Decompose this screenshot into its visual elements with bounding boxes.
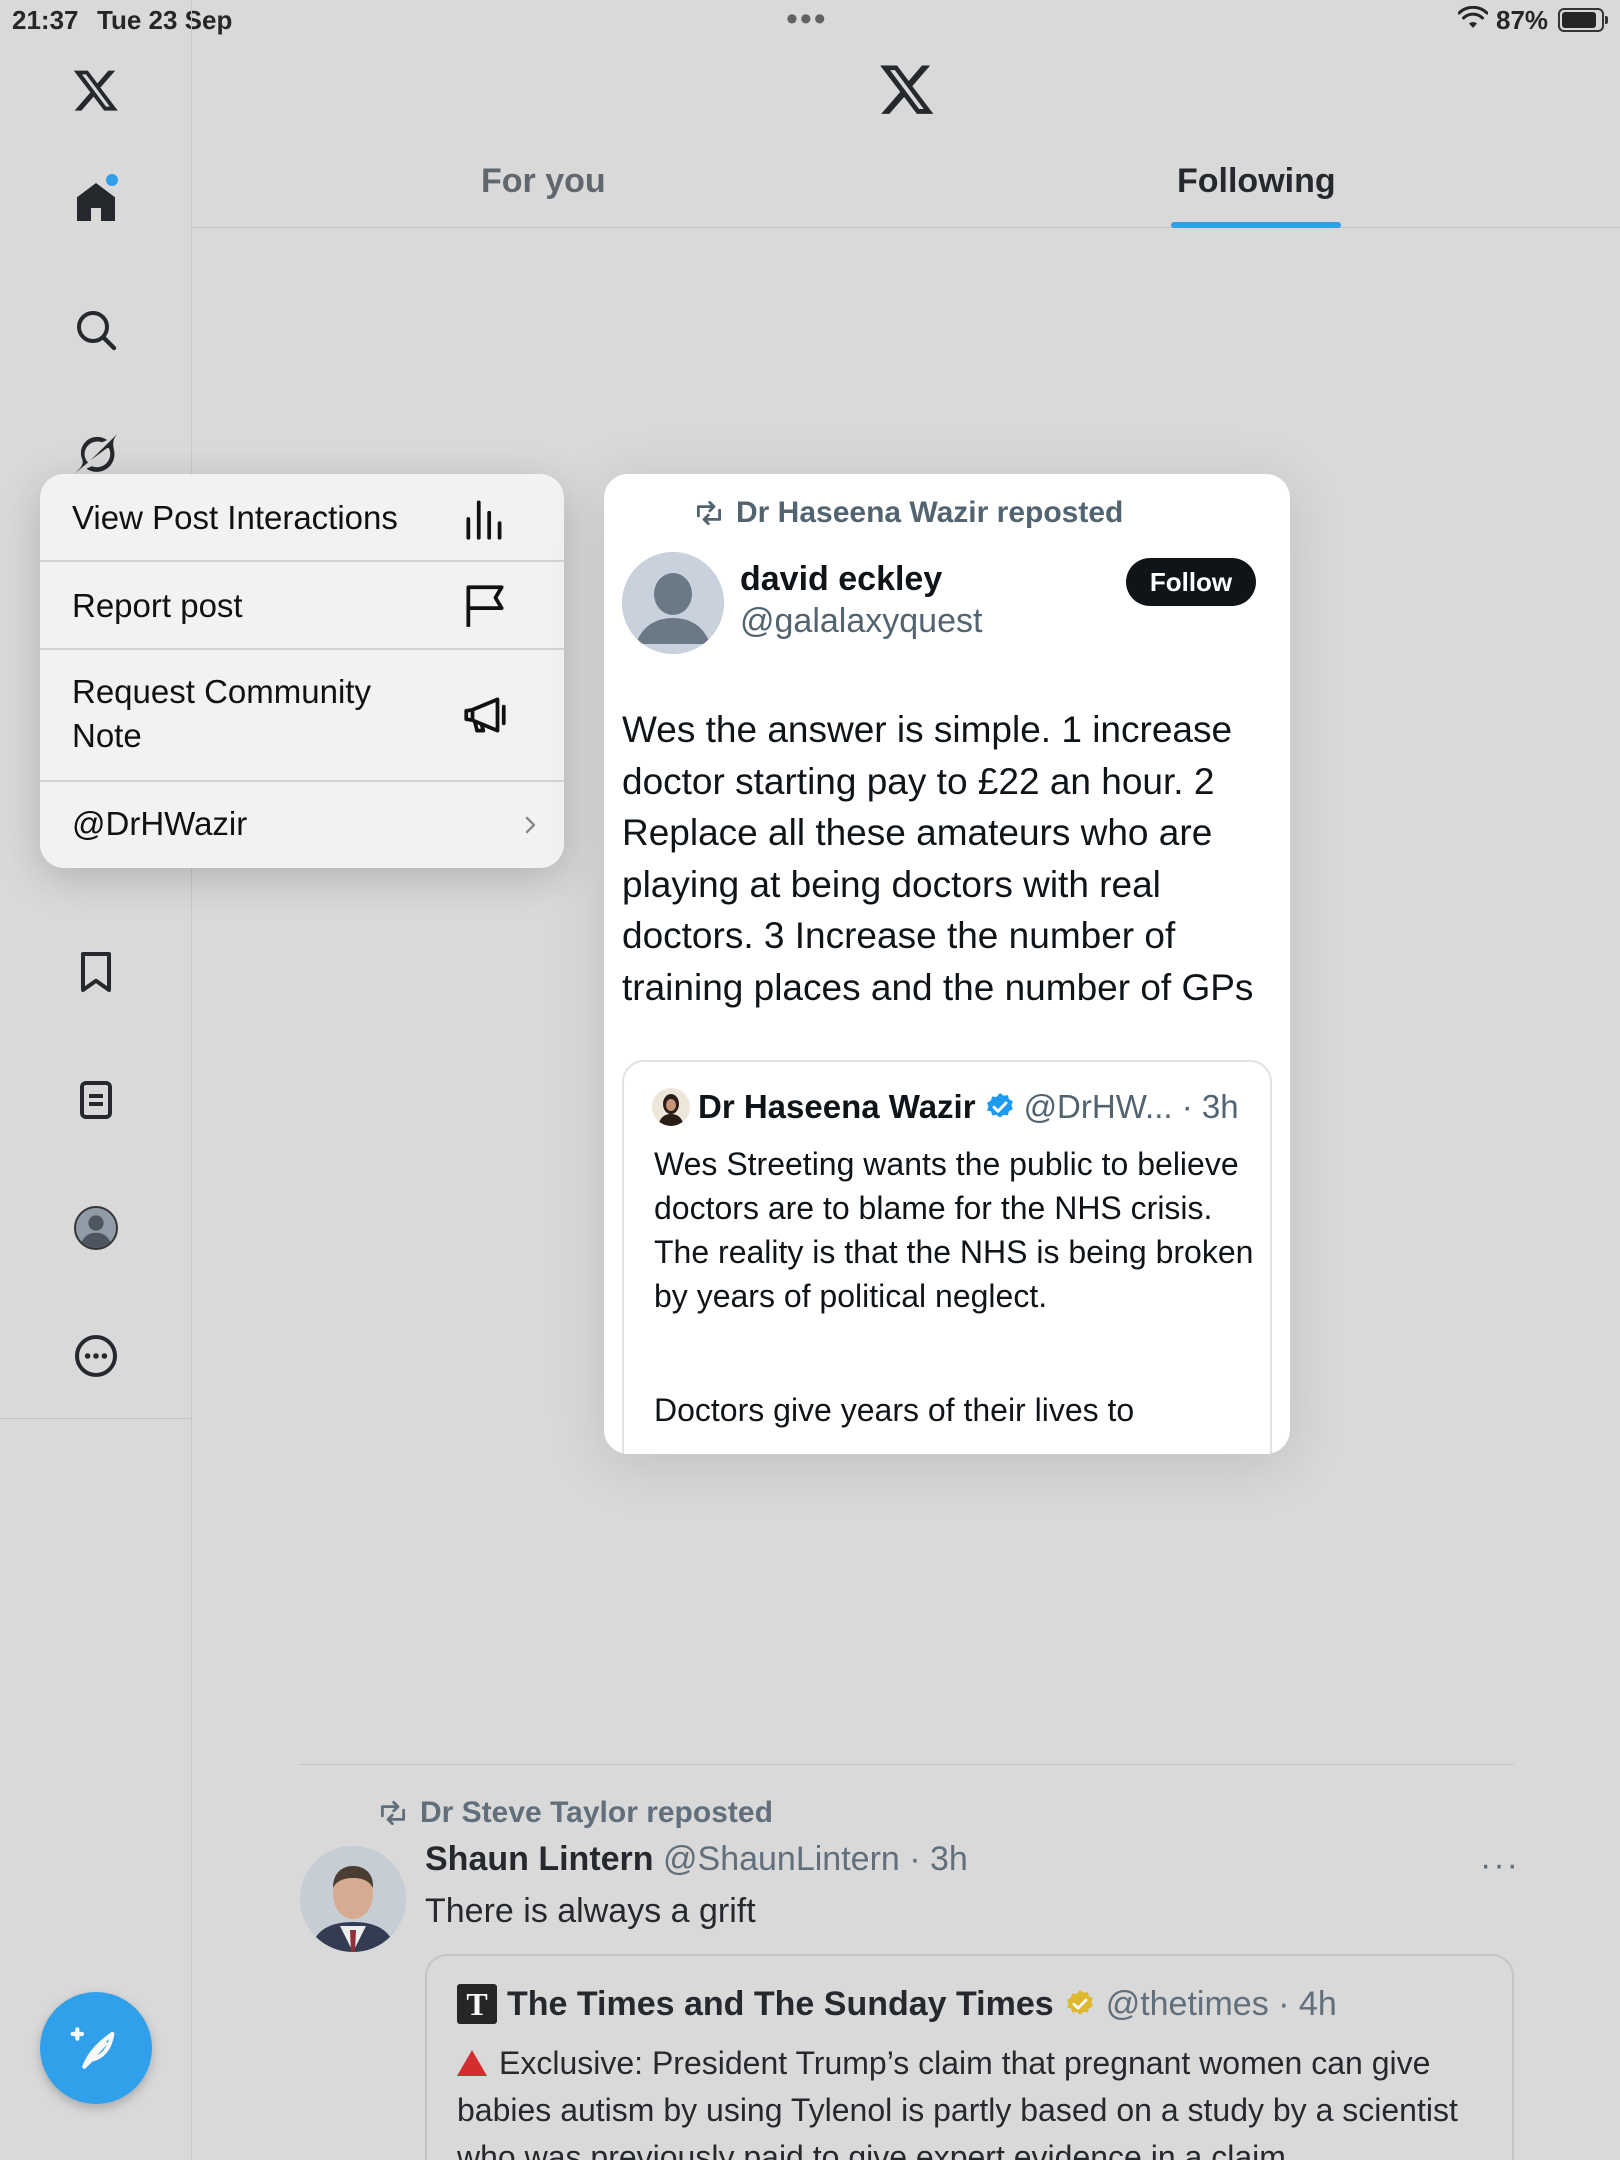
menu-item-request-community-note[interactable]: Request Community Note: [40, 650, 564, 782]
menu-item-label: Report post: [72, 587, 243, 624]
verified-blue-icon: [986, 1093, 1013, 1118]
megaphone-icon: [464, 697, 506, 733]
quoted-text: Wes Streeting wants the public to believ…: [654, 1146, 1254, 1314]
quoted-handle-time: @DrHW... · 3h: [1023, 1088, 1239, 1125]
menu-item-author-profile[interactable]: @DrHWazir: [40, 782, 564, 868]
repost-indicator: Dr Haseena Wazir reposted: [692, 496, 1123, 530]
menu-item-report-post[interactable]: Report post: [40, 562, 564, 650]
author-handle[interactable]: @galalaxyquest: [740, 602, 982, 641]
quoted-post[interactable]: Dr Haseena Wazir @DrHW... · 3h Wes Stree…: [622, 1060, 1272, 1454]
chevron-right-icon: [525, 816, 536, 834]
bar-chart-icon: [466, 500, 502, 540]
avatar[interactable]: [622, 552, 724, 654]
quoted-post-header: Dr Haseena Wazir @DrHW... · 3h: [652, 1088, 1239, 1126]
flag-icon: [466, 585, 504, 627]
quoted-text-continued: Doctors give years of their lives to: [654, 1392, 1135, 1428]
post-preview[interactable]: Dr Haseena Wazir reposted david eckley @…: [604, 474, 1290, 1454]
post-context-menu: View Post Interactions Report post Reque…: [40, 474, 564, 868]
menu-item-view-interactions[interactable]: View Post Interactions: [40, 474, 564, 562]
menu-item-label: @DrHWazir: [72, 805, 248, 842]
repost-label: Dr Haseena Wazir reposted: [736, 496, 1124, 529]
avatar: [652, 1088, 690, 1126]
repost-icon: [696, 500, 722, 526]
post-text: Wes the answer is simple. 1 increase doc…: [622, 709, 1254, 1008]
quoted-author-name: Dr Haseena Wazir: [698, 1088, 976, 1125]
follow-button[interactable]: Follow: [1126, 558, 1256, 606]
menu-item-label: Request Community Note: [72, 673, 371, 754]
author-name[interactable]: david eckley: [740, 560, 942, 599]
menu-item-label: View Post Interactions: [72, 499, 398, 536]
